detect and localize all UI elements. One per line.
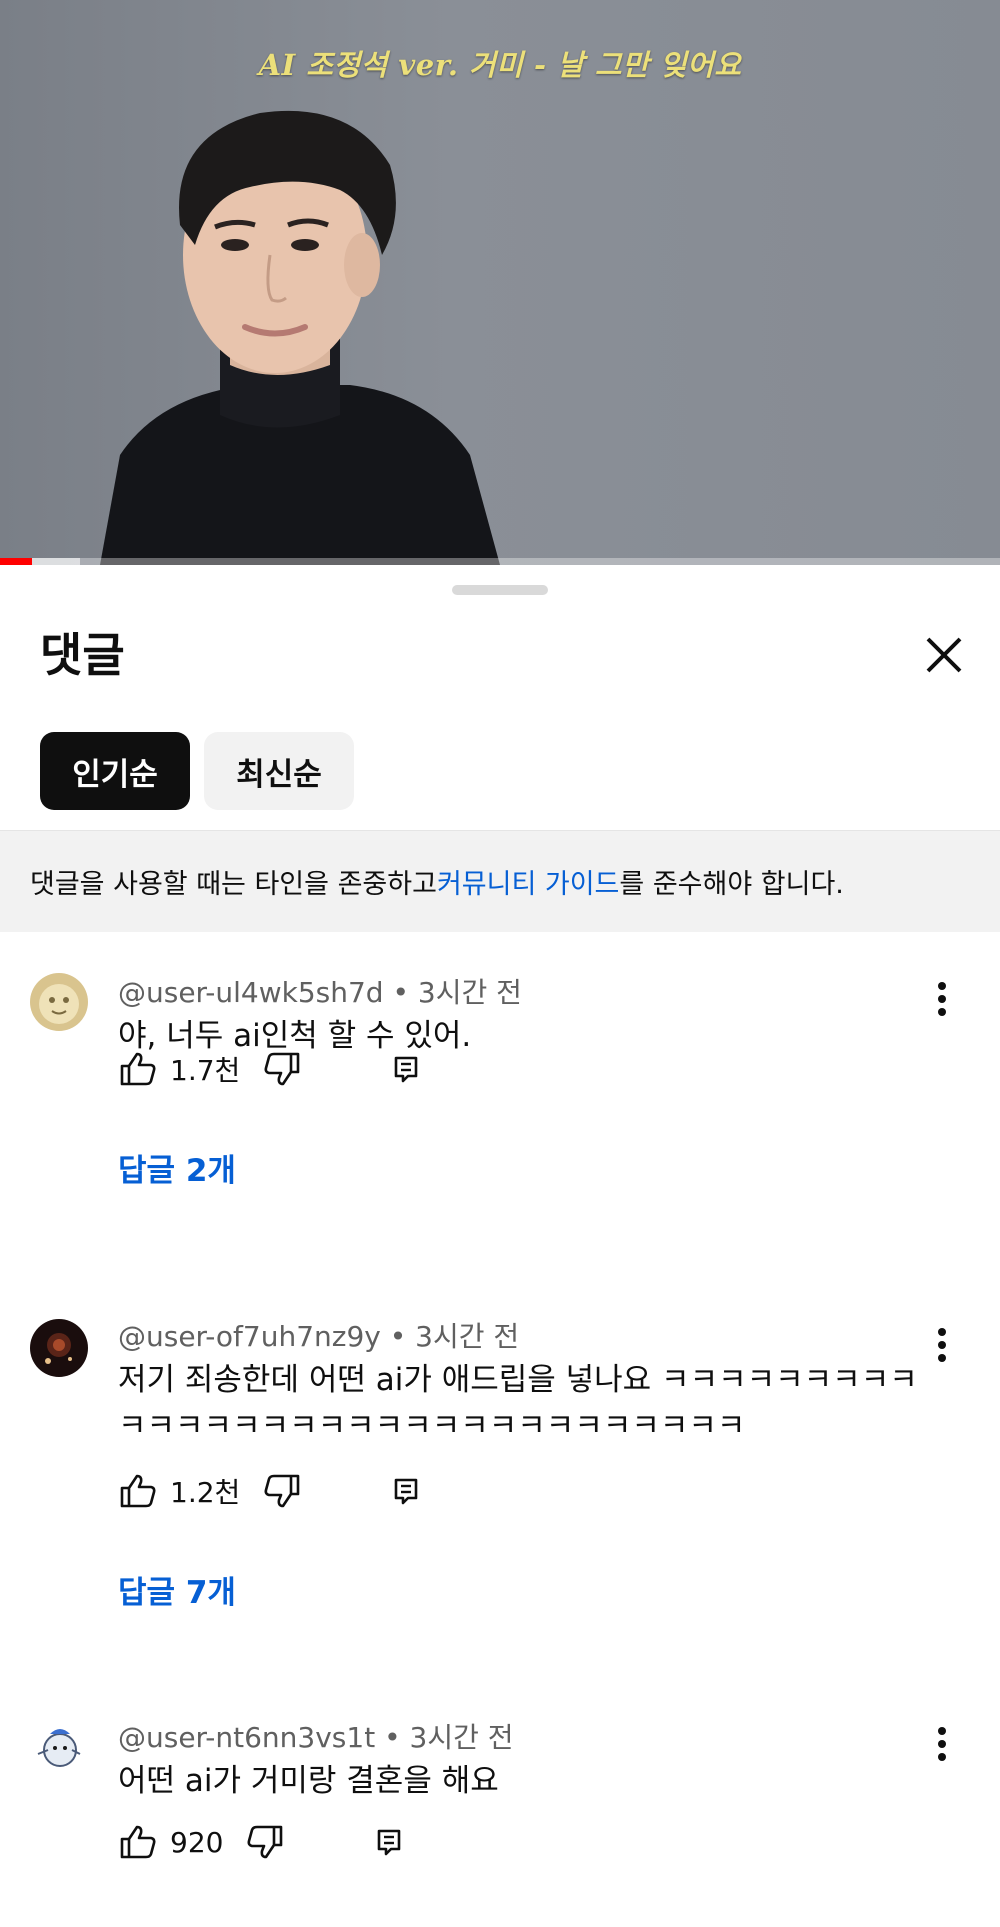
sheet-title: 댓글 <box>40 628 125 682</box>
video-player[interactable]: AI 조정석 ver. 거미 - 날 그만 잊어요 <box>0 0 1000 565</box>
comment-more-button[interactable] <box>920 977 964 1021</box>
comment-actions: 1.2천 <box>118 1469 426 1513</box>
sheet-drag-handle[interactable] <box>452 585 548 595</box>
reply-comment-icon <box>394 1056 418 1083</box>
video-frame-portrait <box>100 110 500 565</box>
community-notice: 댓글을 사용할 때는 타인을 존중하고 커뮤니티 가이드 를 준수해야 합니다. <box>0 830 1000 932</box>
comment-meta: @user-nt6nn3vs1t • 3시간 전 <box>118 1716 514 1756</box>
close-icon <box>926 637 962 673</box>
comments-sheet: 댓글 인기순 최신순 댓글을 사용할 때는 타인을 존중하고 커뮤니티 가이드 를… <box>0 565 1000 1927</box>
reply-button[interactable] <box>386 1471 426 1511</box>
close-button[interactable] <box>914 625 974 685</box>
avatar[interactable] <box>30 973 88 1031</box>
reply-button[interactable] <box>386 1049 426 1089</box>
more-vertical-icon <box>938 1727 946 1761</box>
avatar[interactable] <box>30 1319 88 1377</box>
video-played <box>0 558 32 565</box>
comment-author[interactable]: @user-of7uh7nz9y <box>118 1320 381 1353</box>
sort-chips: 인기순 최신순 <box>40 732 354 810</box>
comment-author[interactable]: @user-ul4wk5sh7d <box>118 976 384 1009</box>
thumbs-down-icon <box>247 1825 283 1859</box>
dislike-button[interactable] <box>262 1471 302 1511</box>
comment-time: • 3시간 전 <box>384 1721 514 1754</box>
video-caption: AI 조정석 ver. 거미 - 날 그만 잊어요 <box>258 48 742 82</box>
sort-chip-top[interactable]: 인기순 <box>40 732 190 810</box>
comment-time: • 3시간 전 <box>389 1320 520 1353</box>
like-button[interactable] <box>118 1822 158 1862</box>
more-vertical-icon <box>938 1328 946 1362</box>
comment-text: 저기 죄송한데 어떤 ai가 애드립을 넣나요 ㅋㅋㅋㅋㅋㅋㅋㅋㅋㅋㅋㅋㅋㅋㅋㅋ… <box>118 1362 918 1444</box>
thumbs-up-icon <box>120 1825 156 1859</box>
like-count: 1.7천 <box>170 1054 241 1087</box>
comment-meta: @user-of7uh7nz9y • 3시간 전 <box>118 1315 519 1355</box>
comment-author[interactable]: @user-nt6nn3vs1t <box>118 1721 375 1754</box>
video-progress-bar[interactable] <box>0 558 1000 565</box>
like-button[interactable] <box>118 1049 158 1089</box>
replies-link[interactable]: 답글 7개 <box>118 1567 236 1612</box>
more-vertical-icon <box>938 982 946 1016</box>
dislike-button[interactable] <box>245 1822 285 1862</box>
comment-more-button[interactable] <box>920 1722 964 1766</box>
like-count: 920 <box>170 1825 224 1859</box>
comment-meta: @user-ul4wk5sh7d • 3시간 전 <box>118 971 522 1011</box>
comment-actions: 1.7천 <box>118 1047 426 1091</box>
dislike-button[interactable] <box>262 1049 302 1089</box>
reply-button[interactable] <box>369 1822 409 1862</box>
notice-text-after: 를 준수해야 합니다. <box>619 869 844 900</box>
notice-text-before: 댓글을 사용할 때는 타인을 존중하고 <box>30 869 437 900</box>
comment-actions: 920 <box>118 1820 409 1864</box>
comment-text: 어떤 ai가 거미랑 결혼을 해요 <box>118 1763 499 1799</box>
community-guidelines-link[interactable]: 커뮤니티 가이드 <box>437 862 619 901</box>
replies-link[interactable]: 답글 2개 <box>118 1145 236 1190</box>
avatar[interactable] <box>30 1720 88 1778</box>
thumbs-down-icon <box>264 1474 300 1508</box>
like-count: 1.2천 <box>170 1476 241 1509</box>
comment-more-button[interactable] <box>920 1323 964 1367</box>
thumbs-down-icon <box>264 1052 300 1086</box>
thumbs-up-icon <box>120 1474 156 1508</box>
sort-chip-newest[interactable]: 최신순 <box>204 732 354 810</box>
comment-time: • 3시간 전 <box>392 976 522 1009</box>
thumbs-up-icon <box>120 1052 156 1086</box>
reply-comment-icon <box>394 1478 418 1505</box>
reply-comment-icon <box>378 1829 401 1856</box>
like-button[interactable] <box>118 1471 158 1511</box>
